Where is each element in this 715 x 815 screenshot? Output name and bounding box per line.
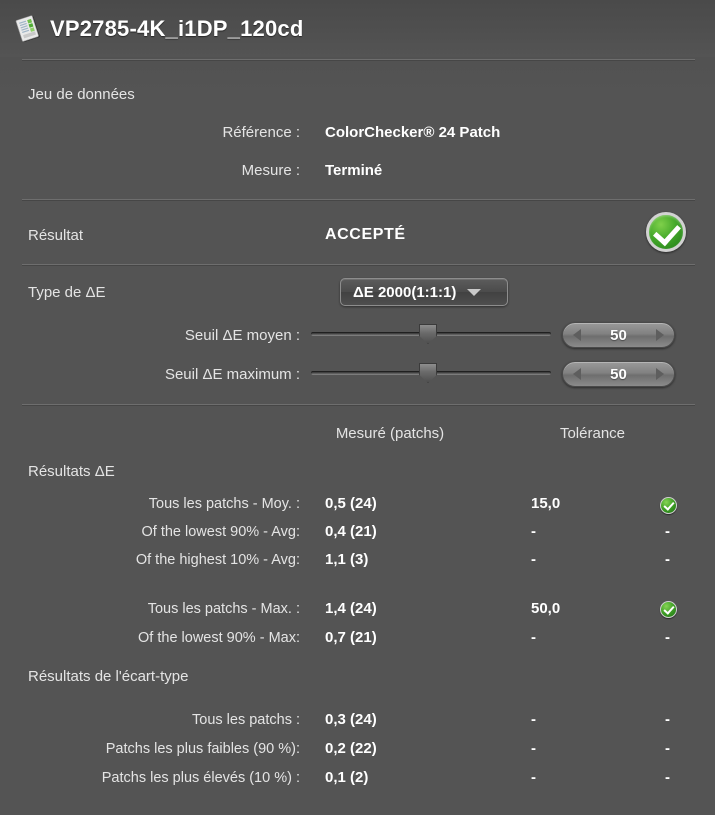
row-tolerance: - (531, 629, 536, 646)
avg-threshold-spinner[interactable]: 50 (562, 322, 675, 348)
result-label: Résultat (28, 227, 84, 244)
row-label: Patchs les plus faibles (90 %): (105, 741, 300, 757)
measure-value: Terminé (325, 162, 383, 179)
row-measured: 0,2 (22) (325, 740, 377, 757)
row-tolerance: 15,0 (531, 495, 561, 512)
row-measured: 0,3 (24) (325, 711, 377, 728)
delta-e-type-value: ΔE 2000(1:1:1) (353, 283, 457, 301)
row-tolerance: - (531, 711, 536, 728)
row-label: Tous les patchs - Max. : (147, 601, 300, 617)
row-tolerance: - (531, 523, 536, 540)
row-label: Patchs les plus élevés (10 %) : (101, 770, 300, 786)
measure-label: Mesure : (241, 162, 300, 179)
row-status: - (665, 551, 670, 568)
row-measured: 0,4 (21) (325, 523, 377, 540)
report-panel: VP2785-4K_i1DP_120cd Jeu de données Réfé… (0, 0, 715, 815)
row-tolerance: - (531, 769, 536, 786)
titlebar: VP2785-4K_i1DP_120cd (0, 0, 715, 57)
divider-4 (22, 404, 695, 406)
group-title-delta-e: Résultats ΔE (28, 463, 115, 480)
row-label: Tous les patchs - Moy. : (148, 496, 300, 512)
row-status: - (665, 629, 670, 646)
page-title: VP2785-4K_i1DP_120cd (50, 15, 304, 41)
max-threshold-spinner[interactable]: 50 (562, 361, 675, 387)
row-tolerance: - (531, 551, 536, 568)
divider-3 (22, 264, 695, 266)
status-ok-icon (660, 601, 677, 618)
arrow-left-icon[interactable] (573, 329, 581, 341)
avg-threshold-label: Seuil ΔE moyen : (184, 327, 300, 344)
column-header-tolerance: Tolérance (559, 425, 626, 442)
slider-handle[interactable] (419, 363, 437, 383)
row-status: - (665, 711, 670, 728)
row-measured: 0,7 (21) (325, 629, 377, 646)
divider-2 (22, 199, 695, 201)
row-tolerance: 50,0 (531, 600, 561, 617)
row-label: Tous les patchs : (192, 712, 300, 728)
slider-handle[interactable] (419, 324, 437, 344)
row-tolerance: - (531, 740, 536, 757)
chevron-down-icon (467, 288, 482, 296)
arrow-right-icon[interactable] (656, 329, 664, 341)
column-header-measured: Mesuré (patchs) (335, 425, 445, 442)
result-value: ACCEPTÉ (325, 226, 406, 243)
delta-e-type-dropdown[interactable]: ΔE 2000(1:1:1) (340, 278, 508, 306)
max-threshold-slider[interactable] (311, 362, 551, 384)
group-title-std-dev: Résultats de l'écart-type (28, 668, 189, 685)
row-status: - (665, 740, 670, 757)
status-ok-icon (660, 497, 677, 514)
row-status: - (665, 523, 670, 540)
divider-1 (22, 59, 695, 61)
row-measured: 0,5 (24) (325, 495, 377, 512)
arrow-left-icon[interactable] (573, 368, 581, 380)
row-label: Of the lowest 90% - Max: (138, 630, 300, 646)
arrow-right-icon[interactable] (656, 368, 664, 380)
check-circle-icon (646, 212, 686, 252)
max-threshold-value: 50 (610, 365, 627, 383)
row-measured: 1,4 (24) (325, 600, 377, 617)
max-threshold-label: Seuil ΔE maximum : (164, 366, 300, 383)
row-measured: 1,1 (3) (325, 551, 369, 568)
avg-threshold-value: 50 (610, 326, 627, 344)
dataset-section-label: Jeu de données (28, 86, 135, 103)
document-color-patches-icon (14, 14, 44, 44)
delta-e-type-label: Type de ΔE (28, 284, 106, 301)
row-status: - (665, 769, 670, 786)
reference-label: Référence : (222, 124, 300, 141)
avg-threshold-slider[interactable] (311, 323, 551, 345)
row-measured: 0,1 (2) (325, 769, 369, 786)
reference-value: ColorChecker® 24 Patch (325, 124, 501, 141)
row-label: Of the lowest 90% - Avg: (141, 524, 300, 540)
row-label: Of the highest 10% - Avg: (135, 552, 300, 568)
